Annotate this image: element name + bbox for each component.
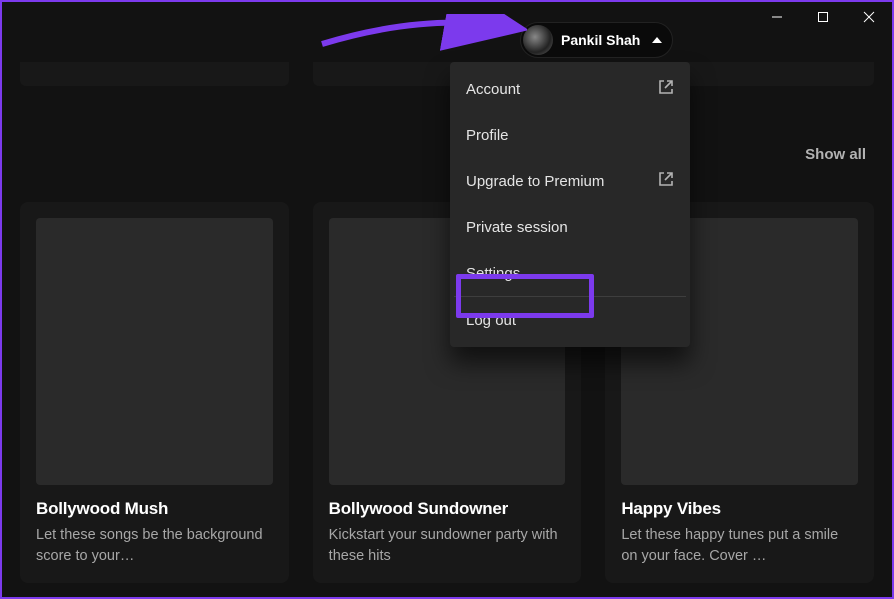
user-dropdown: Account Profile Upgrade to Premium Priva… — [450, 62, 690, 347]
menu-private-session[interactable]: Private session — [454, 204, 686, 250]
menu-logout[interactable]: Log out — [454, 297, 686, 343]
menu-profile[interactable]: Profile — [454, 112, 686, 158]
menu-item-label: Log out — [466, 312, 516, 329]
window-minimize-button[interactable] — [754, 2, 800, 32]
menu-item-label: Account — [466, 81, 520, 98]
card-title: Happy Vibes — [621, 499, 858, 519]
menu-upgrade[interactable]: Upgrade to Premium — [454, 158, 686, 204]
card-cover — [36, 218, 273, 485]
card-desc: Kickstart your sundowner party with thes… — [329, 525, 566, 567]
card-stub[interactable] — [20, 62, 289, 86]
window-close-button[interactable] — [846, 2, 892, 32]
card-title: Bollywood Mush — [36, 499, 273, 519]
caret-up-icon — [652, 37, 662, 43]
card-desc: Let these songs be the background score … — [36, 525, 273, 567]
menu-account[interactable]: Account — [454, 66, 686, 112]
menu-item-label: Private session — [466, 219, 568, 236]
menu-item-label: Upgrade to Premium — [466, 173, 604, 190]
avatar — [523, 25, 553, 55]
card-row-top — [20, 62, 874, 86]
card-title: Bollywood Sundowner — [329, 499, 566, 519]
menu-item-label: Profile — [466, 127, 509, 144]
card-desc: Let these happy tunes put a smile on you… — [621, 525, 858, 567]
window-maximize-button[interactable] — [800, 2, 846, 32]
playlist-card[interactable]: Bollywood Mush Let these songs be the ba… — [20, 202, 289, 583]
card-row-bottom: Bollywood Mush Let these songs be the ba… — [20, 202, 874, 583]
menu-settings[interactable]: Settings — [454, 250, 686, 296]
show-all-link[interactable]: Show all — [805, 146, 866, 163]
main-content: Show all Bollywood Mush Let these songs … — [2, 2, 892, 597]
user-name: Pankil Shah — [561, 32, 640, 48]
user-menu-button[interactable]: Pankil Shah — [520, 22, 673, 58]
menu-item-label: Settings — [466, 265, 520, 282]
window-titlebar — [754, 2, 892, 32]
external-link-icon — [658, 171, 674, 191]
external-link-icon — [658, 79, 674, 99]
